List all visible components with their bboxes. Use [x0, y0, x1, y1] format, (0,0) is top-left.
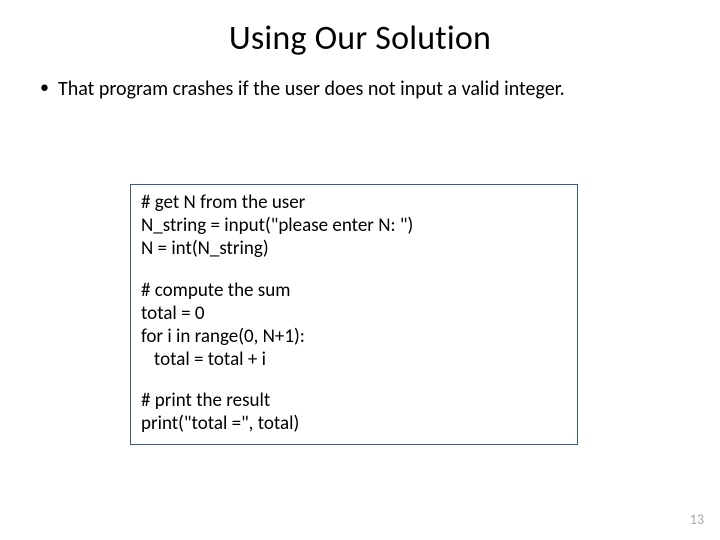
- code-line: total = total + i: [141, 348, 567, 371]
- code-box: # get N from the user N_string = input("…: [130, 184, 578, 445]
- code-line: N = int(N_string): [141, 237, 567, 260]
- code-line: total = 0: [141, 302, 567, 325]
- code-line: print("total =", total): [141, 412, 567, 435]
- code-line: for i in range(0, N+1):: [141, 325, 567, 348]
- code-line: # compute the sum: [141, 279, 567, 302]
- page-number: 13: [690, 511, 704, 528]
- slide: Using Our Solution That program crashes …: [0, 0, 720, 540]
- code-line: N_string = input("please enter N: "): [141, 214, 567, 237]
- bullet-list: That program crashes if the user does no…: [0, 77, 720, 101]
- code-line: # get N from the user: [141, 191, 567, 214]
- page-title: Using Our Solution: [0, 0, 720, 59]
- bullet-item: That program crashes if the user does no…: [40, 77, 690, 101]
- code-block-print: # print the result print("total =", tota…: [141, 389, 567, 435]
- code-block-compute: # compute the sum total = 0 for i in ran…: [141, 279, 567, 372]
- code-block-input: # get N from the user N_string = input("…: [141, 191, 567, 261]
- code-line: # print the result: [141, 389, 567, 412]
